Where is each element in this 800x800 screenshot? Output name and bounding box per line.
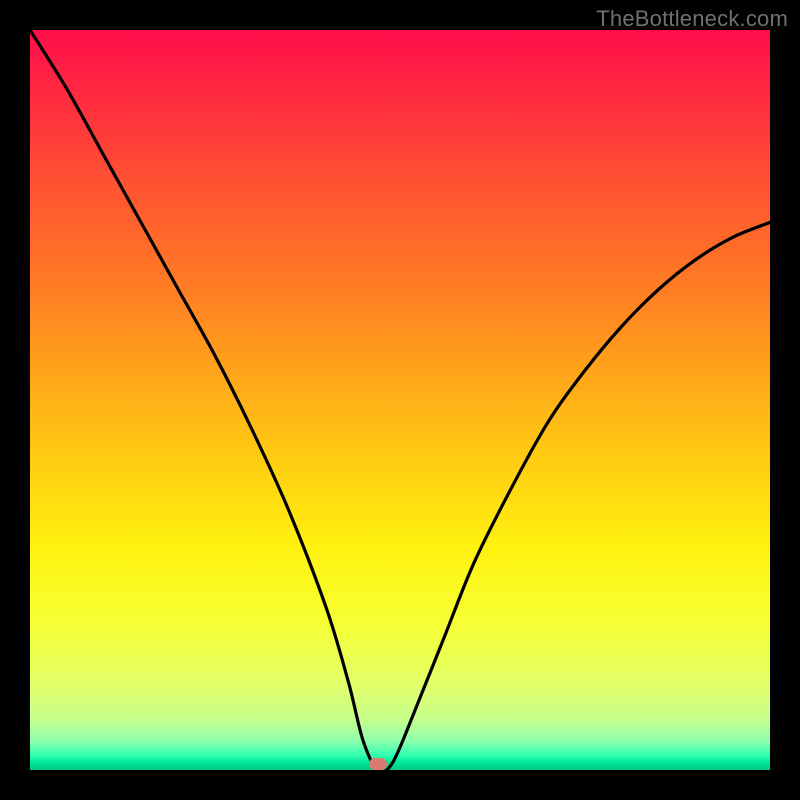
plot-area (30, 30, 770, 770)
bottleneck-curve (30, 30, 770, 770)
watermark-text: TheBottleneck.com (596, 6, 788, 32)
chart-frame: TheBottleneck.com (0, 0, 800, 800)
optimum-marker (369, 758, 387, 770)
